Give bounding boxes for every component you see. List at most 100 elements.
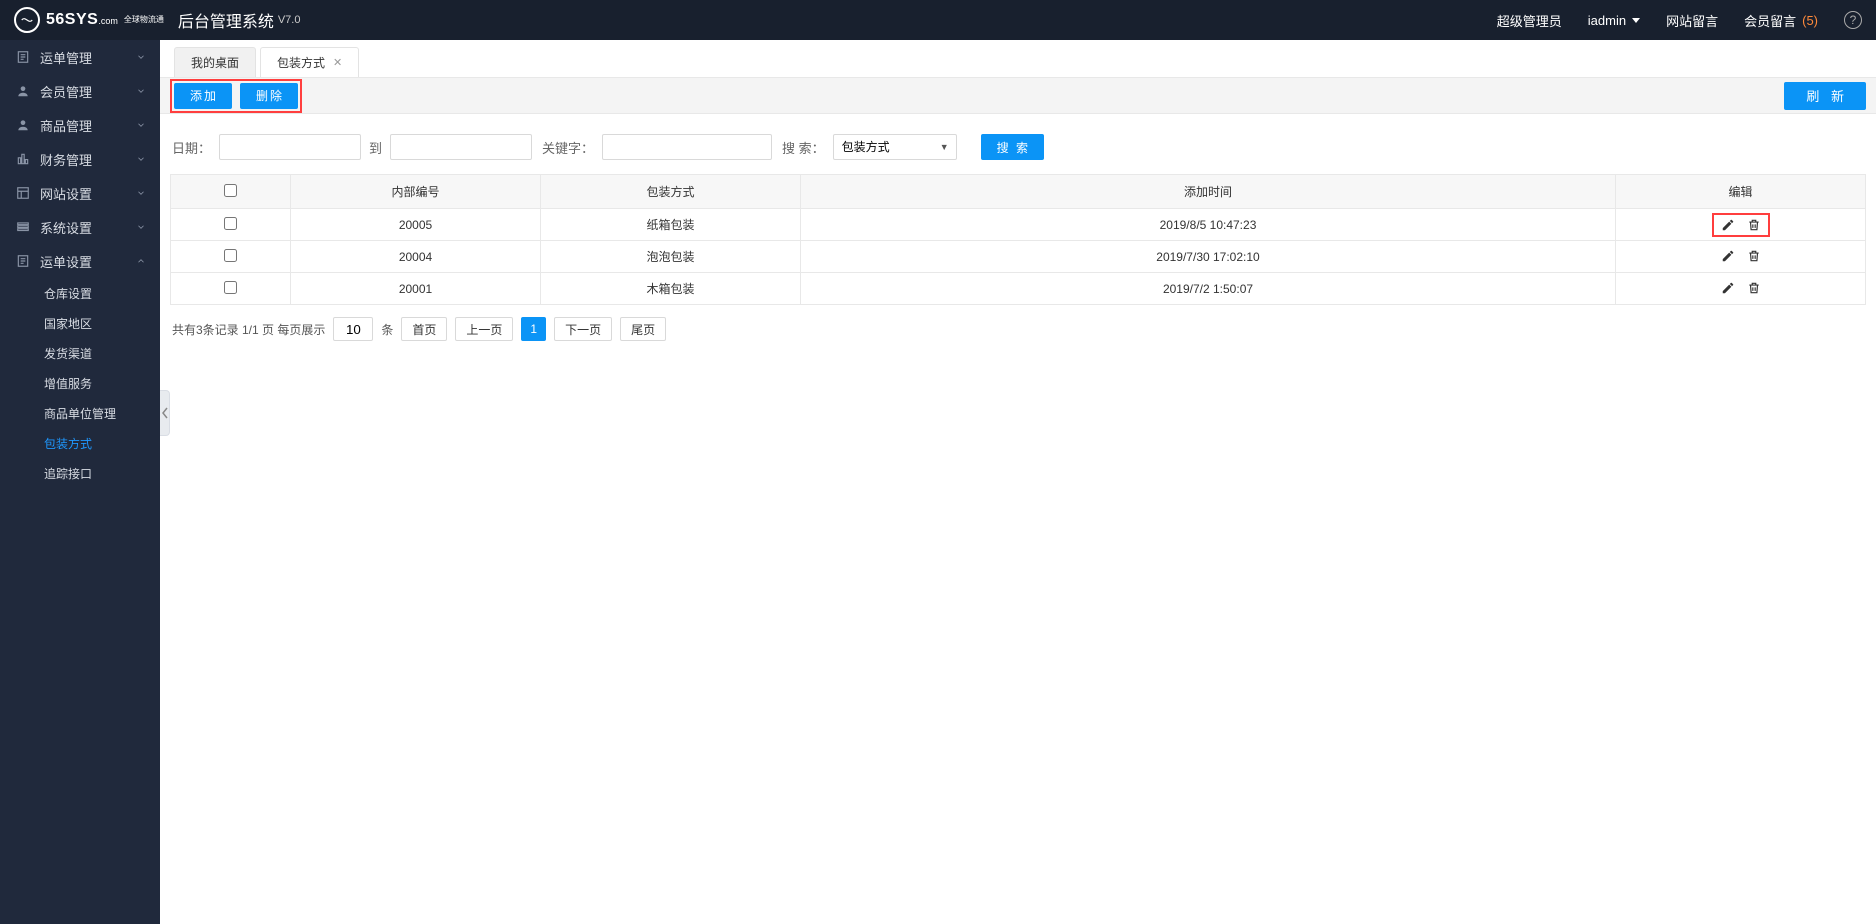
header-role: 超级管理员 (1497, 11, 1562, 30)
header-member-msg[interactable]: 会员留言 (5) (1744, 11, 1818, 30)
date-from-input[interactable] (219, 134, 361, 160)
caret-down-icon (1632, 18, 1640, 23)
page-next-button[interactable]: 下一页 (554, 317, 612, 341)
edit-icon[interactable] (1720, 217, 1736, 233)
nav-icon (14, 186, 32, 200)
logo-tagline: 全球物流通 (124, 16, 164, 24)
page-prev-button[interactable]: 上一页 (455, 317, 513, 341)
sidebar-item-label: 会员管理 (40, 82, 92, 101)
cell-time: 2019/8/5 10:47:23 (801, 209, 1616, 241)
close-icon[interactable]: ✕ (333, 56, 342, 69)
help-icon[interactable]: ? (1844, 11, 1862, 29)
sidebar-subitem-1[interactable]: 国家地区 (0, 308, 160, 338)
sidebar: 运单管理会员管理商品管理财务管理网站设置系统设置运单设置 仓库设置国家地区发货渠… (0, 40, 160, 924)
delete-button[interactable]: 删除 (240, 83, 298, 109)
cell-type: 木箱包装 (541, 273, 801, 305)
trash-icon[interactable] (1746, 280, 1762, 296)
cell-id: 20001 (291, 273, 541, 305)
cell-id: 20005 (291, 209, 541, 241)
row-checkbox[interactable] (224, 281, 237, 294)
edit-icon[interactable] (1720, 280, 1736, 296)
sidebar-collapse-handle[interactable] (160, 390, 170, 436)
row-actions (1720, 248, 1762, 264)
page-last-button[interactable]: 尾页 (620, 317, 666, 341)
keyword-label: 关键字： (542, 138, 594, 157)
pagination-unit: 条 (381, 321, 393, 338)
add-button[interactable]: 添加 (174, 83, 232, 109)
logo-text: 56SYS (46, 11, 98, 28)
header-user-menu[interactable]: iadmin (1588, 13, 1640, 28)
search-field-select[interactable]: 包装方式 (833, 134, 957, 160)
sidebar-item-label: 财务管理 (40, 150, 92, 169)
logo-mark-icon (14, 7, 40, 33)
select-all-checkbox[interactable] (224, 184, 237, 197)
page-current-button[interactable]: 1 (521, 317, 546, 341)
keyword-input[interactable] (602, 134, 772, 160)
app-version: V7.0 (278, 14, 301, 26)
edit-icon[interactable] (1720, 248, 1736, 264)
sidebar-item-label: 商品管理 (40, 116, 92, 135)
sidebar-item-1[interactable]: 会员管理 (0, 74, 160, 108)
table-row: 20005纸箱包装2019/8/5 10:47:23 (171, 209, 1866, 241)
cell-type: 泡泡包装 (541, 241, 801, 273)
page-first-button[interactable]: 首页 (401, 317, 447, 341)
tab-1[interactable]: 包装方式 ✕ (260, 47, 359, 77)
chevron-down-icon (136, 50, 146, 65)
sidebar-subitem-5[interactable]: 包装方式 (0, 428, 160, 458)
filter-bar: 日期： 到 关键字： 搜 索： 包装方式 搜 索 (160, 114, 1876, 174)
sidebar-item-5[interactable]: 系统设置 (0, 210, 160, 244)
trash-icon[interactable] (1746, 217, 1762, 233)
col-header-id: 内部编号 (291, 175, 541, 209)
sidebar-item-label: 运单设置 (40, 252, 92, 271)
chevron-down-icon (136, 118, 146, 133)
per-page-input[interactable] (333, 317, 373, 341)
nav-icon (14, 84, 32, 98)
date-to-label: 到 (369, 138, 382, 157)
cell-time: 2019/7/2 1:50:07 (801, 273, 1616, 305)
sidebar-subitem-4[interactable]: 商品单位管理 (0, 398, 160, 428)
chevron-down-icon (136, 152, 146, 167)
date-to-input[interactable] (390, 134, 532, 160)
action-bar: 添加 删除 刷 新 (160, 78, 1876, 114)
sidebar-item-2[interactable]: 商品管理 (0, 108, 160, 142)
sidebar-item-6[interactable]: 运单设置 (0, 244, 160, 278)
header-member-msg-label: 会员留言 (1744, 11, 1796, 30)
chevron-down-icon (136, 220, 146, 235)
tab-label: 我的桌面 (191, 54, 239, 71)
row-checkbox[interactable] (224, 217, 237, 230)
nav-icon (14, 220, 32, 234)
sidebar-item-4[interactable]: 网站设置 (0, 176, 160, 210)
tab-label: 包装方式 (277, 54, 325, 71)
highlighted-action-group: 添加 删除 (170, 79, 302, 113)
header-user: iadmin (1588, 13, 1626, 28)
col-header-edit: 编辑 (1616, 175, 1866, 209)
pagination: 共有3条记录 1/1 页 每页展示 条 首页 上一页 1 下一页 尾页 (160, 305, 1876, 353)
search-button[interactable]: 搜 索 (981, 134, 1044, 160)
tab-0[interactable]: 我的桌面 (174, 47, 256, 77)
col-header-type: 包装方式 (541, 175, 801, 209)
sidebar-item-3[interactable]: 财务管理 (0, 142, 160, 176)
sidebar-item-label: 网站设置 (40, 184, 92, 203)
cell-time: 2019/7/30 17:02:10 (801, 241, 1616, 273)
tab-bar: 我的桌面 包装方式 ✕ (160, 40, 1876, 78)
row-checkbox[interactable] (224, 249, 237, 262)
app-header: 56SYS.com 全球物流通 后台管理系统 V7.0 超级管理员 iadmin… (0, 0, 1876, 40)
sidebar-item-label: 系统设置 (40, 218, 92, 237)
app-title: 后台管理系统 (178, 8, 274, 32)
cell-type: 纸箱包装 (541, 209, 801, 241)
header-site-msg[interactable]: 网站留言 (1666, 11, 1718, 30)
date-label: 日期： (172, 138, 211, 157)
sidebar-subitem-0[interactable]: 仓库设置 (0, 278, 160, 308)
row-actions (1720, 280, 1762, 296)
nav-icon (14, 254, 32, 268)
refresh-button[interactable]: 刷 新 (1784, 82, 1866, 110)
trash-icon[interactable] (1746, 248, 1762, 264)
sidebar-subitem-6[interactable]: 追踪接口 (0, 458, 160, 488)
logo-domain: .com (98, 16, 118, 26)
cell-id: 20004 (291, 241, 541, 273)
sidebar-subitem-2[interactable]: 发货渠道 (0, 338, 160, 368)
search-field-label: 搜 索： (782, 138, 825, 157)
table-row: 20001木箱包装2019/7/2 1:50:07 (171, 273, 1866, 305)
sidebar-subitem-3[interactable]: 增值服务 (0, 368, 160, 398)
sidebar-item-0[interactable]: 运单管理 (0, 40, 160, 74)
